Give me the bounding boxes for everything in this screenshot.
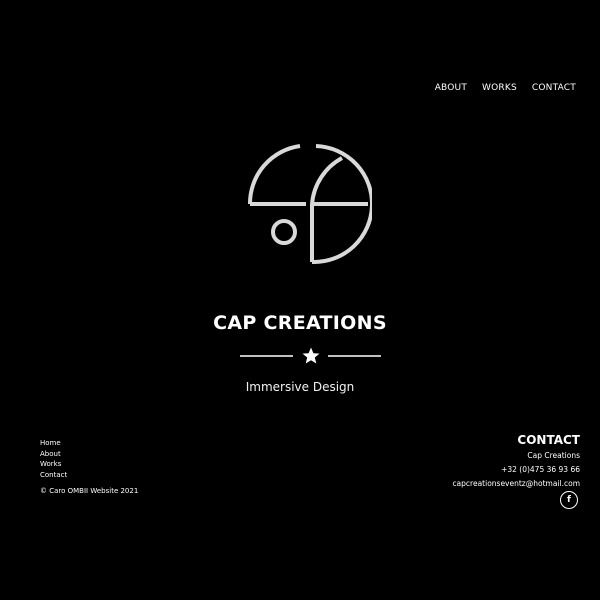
title-divider [240, 347, 381, 364]
nav-item-about[interactable]: ABOUT [435, 83, 467, 93]
tagline: Immersive Design [245, 380, 355, 394]
contact-phone: +32 (0)475 36 93 66 [501, 465, 580, 474]
contact-heading: CONTACT [517, 433, 580, 447]
facebook-icon[interactable]: f [560, 491, 578, 509]
brand-title: CAP CREATIONS [213, 312, 387, 334]
copyright: © Caro OMBII Website 2021 [40, 487, 139, 495]
contact-block: CONTACT Cap Creations +32 (0)475 36 93 6… [452, 432, 580, 491]
footer-link-contact[interactable]: Contact [40, 471, 67, 481]
nav-item-works[interactable]: WORKS [482, 83, 517, 93]
footer-link-home[interactable]: Home [40, 439, 67, 449]
nav-item-contact[interactable]: CONTACT [532, 83, 576, 93]
contact-company: Cap Creations [527, 451, 580, 460]
top-nav: ABOUT WORKS CONTACT [435, 83, 576, 93]
footer-link-works[interactable]: Works [40, 460, 67, 470]
cap-creations-logo-icon [247, 144, 372, 265]
footer-nav: Home About Works Contact [40, 439, 67, 480]
star-icon [302, 347, 320, 364]
footer-link-about[interactable]: About [40, 450, 67, 460]
contact-email[interactable]: capcreationseventz@hotmail.com [452, 479, 580, 488]
